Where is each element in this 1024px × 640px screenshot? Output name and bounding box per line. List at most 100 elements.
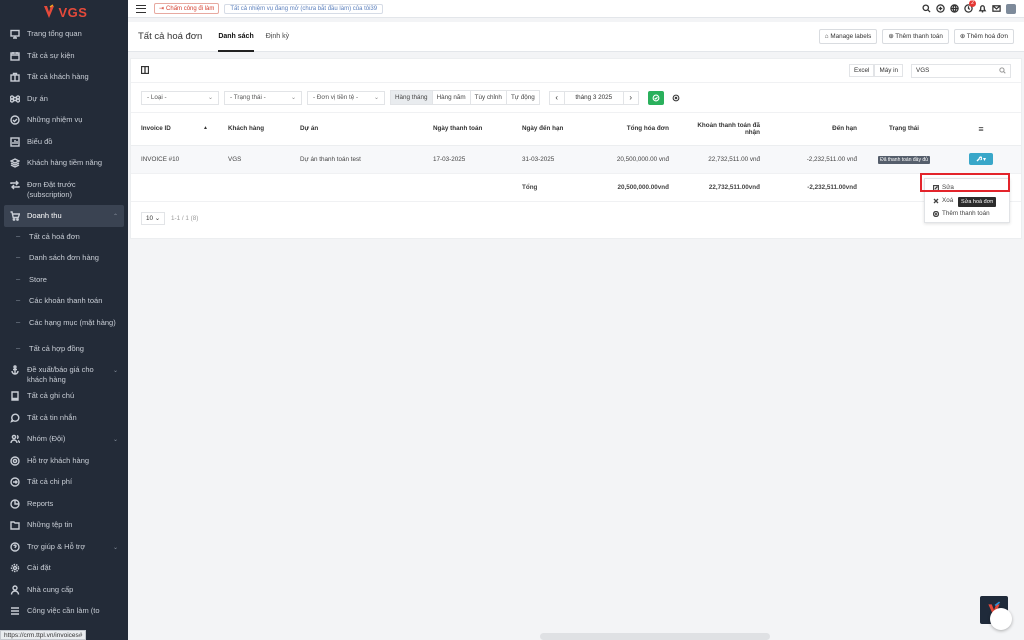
period-monthly[interactable]: Hàng tháng — [391, 91, 433, 104]
sidebar-item-label: Tất cả hợp đồng — [29, 343, 84, 353]
status-select[interactable]: - Trạng thái - ⌄ — [224, 90, 302, 105]
calendar-icon — [10, 51, 20, 61]
manage-labels-button[interactable]: ⌂ Manage labels — [818, 29, 878, 44]
sort-icon: ▲ — [203, 125, 208, 132]
sidebar-item-clients[interactable]: Tất cả khách hàng — [0, 71, 128, 93]
open-tasks-link[interactable]: Tất cả nhiệm vụ đang mở (chưa bắt đầu là… — [224, 3, 384, 14]
sidebar-item-items[interactable]: – Các hạng mục (mặt hàng) — [0, 317, 128, 343]
cell-client[interactable]: VGS — [218, 145, 290, 174]
period-auto[interactable]: Tự động — [506, 91, 539, 104]
tab-recurring[interactable]: Định kỳ — [266, 22, 289, 52]
sidebar-item-events[interactable]: Tất cả sự kiện — [0, 50, 128, 72]
col-due-date[interactable]: Ngày đến hạn — [512, 113, 582, 146]
sidebar-item-settings[interactable]: Cài đặt — [0, 562, 128, 584]
period-custom[interactable]: Tùy chỉnh — [470, 91, 507, 104]
col-total[interactable]: Tổng hóa đơn — [582, 113, 679, 146]
gear-icon — [10, 563, 20, 573]
page-size-value: 10 — [146, 214, 154, 222]
sidebar-item-expenses[interactable]: Tất cả chi phí — [0, 476, 128, 498]
sidebar-item-support[interactable]: Hỗ trợ khách hàng — [0, 455, 128, 477]
page-size-select[interactable]: 10 ⌄ — [141, 211, 166, 225]
print-button[interactable]: Máy in — [874, 64, 903, 77]
excel-button[interactable]: Excel — [849, 64, 875, 77]
chevron-right-icon[interactable]: › — [624, 93, 638, 102]
col-paid[interactable]: Khoản thanh toán đã nhận — [679, 113, 770, 146]
sidebar-item-team[interactable]: Nhóm (Đội) ⌄ — [0, 433, 128, 455]
sidebar-item-messages[interactable]: Tất cả tin nhắn — [0, 412, 128, 434]
chevron-left-icon[interactable]: ‹ — [550, 93, 564, 102]
sidebar-item-proposals[interactable]: Đề xuất/báo giá cho khách hàng ⌄ — [0, 364, 128, 390]
chat-bubble-button[interactable] — [990, 608, 1012, 630]
tab-list[interactable]: Danh sách — [218, 22, 254, 52]
sidebar-item-leads[interactable]: Khách hàng tiềm năng — [0, 157, 128, 179]
col-client[interactable]: Khách hàng — [218, 113, 290, 146]
plus-circle-icon[interactable] — [936, 4, 945, 13]
sidebar-item-label: Trang tổng quan — [27, 29, 82, 38]
period-yearly[interactable]: Hàng năm — [432, 91, 471, 104]
chart-icon — [10, 136, 20, 147]
mail-icon[interactable] — [992, 4, 1001, 13]
currency-select[interactable]: - Đơn vị tiền tệ - ⌄ — [307, 90, 385, 105]
sidebar-item-notes[interactable]: Tất cả ghi chú — [0, 390, 128, 412]
globe-icon[interactable] — [950, 4, 959, 13]
sidebar-item-reports[interactable]: Reports — [0, 498, 128, 520]
add-invoice-label: Thêm hoá đơn — [966, 33, 1008, 40]
sidebar-item-store[interactable]: – Store — [0, 274, 128, 296]
sidebar-item-tasks[interactable]: Những nhiệm vụ — [0, 114, 128, 136]
cell-invoice-id[interactable]: INVOICE #10 — [131, 145, 218, 174]
col-bill-date[interactable]: Ngày thanh toán — [423, 113, 512, 146]
search-input[interactable] — [916, 67, 996, 74]
sidebar-item-help[interactable]: Trợ giúp & Hỗ trợ ⌄ — [0, 541, 128, 563]
sidebar-item-payments[interactable]: – Các khoản thanh toán — [0, 295, 128, 317]
sidebar-item-label: Reports — [27, 498, 54, 508]
sidebar-item-suppliers[interactable]: Nhà cung cấp — [0, 584, 128, 606]
horizontal-scrollbar[interactable] — [540, 633, 770, 640]
sidebar-item-label: Danh sách đơn hàng — [29, 253, 99, 262]
col-status[interactable]: Trạng thái — [867, 113, 941, 146]
row-actions-button[interactable]: ▾ — [969, 153, 993, 165]
caret-down-icon: ▾ — [982, 156, 986, 163]
search-icon[interactable] — [922, 4, 931, 13]
sidebar-item-dashboard[interactable]: Trang tổng quan — [0, 28, 128, 50]
bell-icon[interactable] — [978, 4, 987, 13]
sidebar-item-todo[interactable]: Công việc cần làm (to — [0, 605, 128, 627]
col-options[interactable]: ≡ — [941, 113, 1021, 146]
sidebar-item-revenue[interactable]: Doanh thu ⌃ — [4, 204, 124, 227]
clear-filter-button[interactable] — [669, 91, 683, 105]
sidebar-item-contracts[interactable]: – Tất cả hợp đồng — [0, 343, 128, 365]
sidebar-item-projects[interactable]: Dự án — [0, 93, 128, 115]
tooltip: Sửa hoá đơn — [958, 197, 997, 207]
col-project[interactable]: Dự án — [290, 113, 423, 146]
sidebar-item-orders[interactable]: – Danh sách đơn hàng — [0, 252, 128, 274]
clock-in-button[interactable]: ⇥ Chấm công đi làm — [154, 3, 220, 14]
wrench-icon — [976, 156, 982, 162]
table-toolbar: Excel Máy in — [131, 59, 1021, 83]
sidebar-item-label: Tất cả ghi chú — [27, 391, 75, 400]
columns-icon[interactable] — [140, 65, 151, 76]
sidebar-item-label: Các hạng mục (mặt hàng) — [29, 317, 116, 327]
sidebar-item-label: Nhóm (Đội) — [27, 434, 66, 443]
add-payment-menu-item[interactable]: Thêm thanh toán — [925, 207, 1009, 220]
add-payment-button[interactable]: ⊕ Thêm thanh toán — [882, 29, 949, 44]
brand-logo[interactable]: VGS — [0, 0, 128, 24]
sidebar-item-all-invoices[interactable]: – Tất cả hoá đơn — [0, 231, 128, 253]
table-row[interactable]: INVOICE #10 VGS Dự án thanh toán test 17… — [131, 145, 1021, 174]
avatar[interactable] — [1006, 3, 1016, 14]
dash-icon: – — [16, 316, 21, 326]
hamburger-menu-icon[interactable] — [136, 4, 146, 13]
sidebar-item-charts[interactable]: Biểu đồ — [0, 136, 128, 158]
cell-paid: 22,732,511.00 vnđ — [679, 145, 770, 174]
chevron-up-icon: ⌃ — [112, 213, 118, 220]
sidebar-item-files[interactable]: Những tệp tin — [0, 519, 128, 541]
add-invoice-button[interactable]: ⊕ Thêm hoá đơn — [953, 29, 1014, 44]
type-select[interactable]: - Loại - ⌄ — [141, 90, 219, 105]
sidebar-item-subscriptions[interactable]: Đơn Đặt trước (subscription) — [0, 179, 128, 205]
manage-labels-label: Manage labels — [830, 33, 872, 40]
apply-filter-button[interactable] — [647, 90, 664, 105]
sidebar-item-label: Dự án — [27, 93, 48, 103]
cell-project[interactable]: Dự án thanh toán test — [290, 145, 423, 174]
clock-icon[interactable]: 2 — [964, 0, 976, 13]
col-due[interactable]: Đến hạn — [770, 113, 867, 146]
status-url: https://crm.ttpl.vn/invoices# — [0, 630, 87, 640]
col-invoice-id[interactable]: Invoice ID ▲ — [131, 113, 218, 146]
